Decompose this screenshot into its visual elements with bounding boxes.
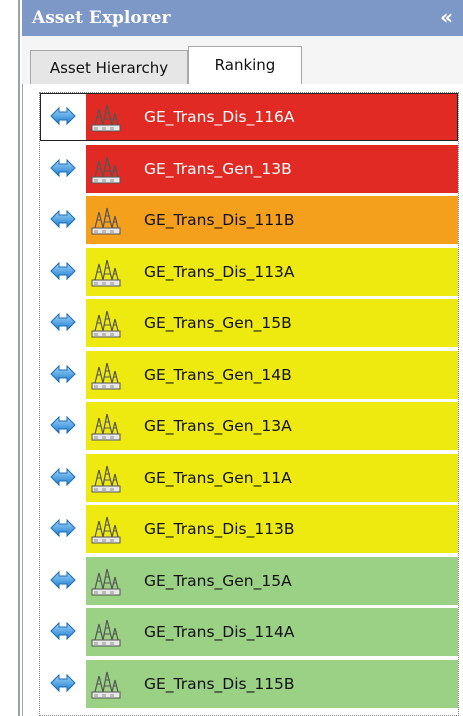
status-color-cell: GE_Trans_Gen_15B — [86, 299, 458, 347]
list-item[interactable]: GE_Trans_Gen_13B — [40, 144, 458, 193]
asset-name-label: GE_Trans_Dis_111B — [144, 211, 295, 229]
asset-name-label: GE_Trans_Dis_115B — [144, 674, 295, 693]
double-arrow-icon[interactable] — [50, 672, 76, 694]
status-color-cell: GE_Trans_Dis_113B — [86, 505, 458, 553]
status-color-cell: GE_Trans_Dis_111B — [86, 196, 458, 244]
double-arrow-icon[interactable] — [50, 260, 76, 282]
double-arrow-icon[interactable] — [50, 620, 76, 642]
list-item[interactable]: GE_Trans_Dis_114A — [40, 608, 458, 656]
double-arrow-icon[interactable] — [50, 105, 76, 127]
asset-name-label: GE_Trans_Dis_114A — [144, 623, 295, 641]
double-arrow-icon[interactable] — [50, 363, 76, 385]
substation-icon — [90, 359, 122, 391]
status-color-cell: GE_Trans_Gen_13A — [86, 402, 458, 450]
list-item[interactable]: GE_Trans_Gen_14B — [40, 350, 458, 399]
status-color-cell: GE_Trans_Gen_15A — [86, 556, 458, 605]
double-arrow-icon[interactable] — [50, 157, 76, 179]
substation-icon — [90, 565, 122, 597]
double-arrow-icon[interactable] — [50, 414, 76, 436]
substation-icon — [90, 410, 122, 442]
window-frame: Asset Explorer « Asset Hierarchy Ranking… — [0, 0, 463, 716]
substation-icon — [90, 668, 122, 700]
substation-icon — [90, 307, 122, 339]
list-item[interactable]: GE_Trans_Dis_116A — [40, 93, 458, 141]
status-color-cell: GE_Trans_Gen_14B — [86, 350, 458, 399]
double-arrow-icon[interactable] — [50, 517, 76, 539]
substation-icon — [90, 153, 122, 185]
asset-explorer-panel: Asset Explorer « Asset Hierarchy Ranking… — [22, 0, 463, 716]
ranking-list-area: GE_Trans_Dis_116A GE_Trans_Gen_13B GE_Tran… — [22, 84, 463, 716]
substation-icon — [90, 616, 122, 648]
asset-name-label: GE_Trans_Gen_11A — [144, 468, 292, 487]
double-arrow-icon[interactable] — [50, 311, 76, 333]
list-item[interactable]: GE_Trans_Gen_11A — [40, 453, 458, 502]
asset-name-label: GE_Trans_Dis_113B — [144, 520, 295, 538]
asset-name-label: GE_Trans_Gen_13B — [144, 159, 292, 178]
asset-name-label: GE_Trans_Gen_14B — [144, 365, 292, 384]
substation-icon — [90, 204, 122, 236]
panel-title-bar: Asset Explorer « — [22, 0, 463, 36]
status-color-cell: GE_Trans_Dis_116A — [86, 93, 458, 141]
collapse-icon[interactable]: « — [440, 0, 453, 36]
double-arrow-icon[interactable] — [50, 569, 76, 591]
status-color-cell: GE_Trans_Dis_114A — [86, 608, 458, 656]
substation-icon — [90, 256, 122, 288]
list-item[interactable]: GE_Trans_Gen_15B — [40, 299, 458, 347]
asset-name-label: GE_Trans_Dis_116A — [144, 108, 295, 126]
asset-name-label: GE_Trans_Gen_15B — [144, 314, 292, 332]
list-item[interactable]: GE_Trans_Dis_113A — [40, 247, 458, 296]
status-color-cell: GE_Trans_Dis_115B — [86, 659, 458, 708]
tab-asset-hierarchy[interactable]: Asset Hierarchy — [30, 50, 188, 84]
double-arrow-icon[interactable] — [50, 208, 76, 230]
substation-icon — [90, 513, 122, 545]
splitter-line — [18, 0, 20, 716]
list-item[interactable]: GE_Trans_Gen_15A — [40, 556, 458, 605]
asset-name-label: GE_Trans_Dis_113A — [144, 262, 295, 281]
tab-ranking[interactable]: Ranking — [188, 46, 302, 84]
asset-name-label: GE_Trans_Gen_13A — [144, 417, 292, 435]
list-item[interactable]: GE_Trans_Dis_113B — [40, 505, 458, 553]
substation-icon — [90, 462, 122, 494]
list-item[interactable]: GE_Trans_Gen_13A — [40, 402, 458, 450]
status-color-cell: GE_Trans_Gen_11A — [86, 453, 458, 502]
tab-strip: Asset Hierarchy Ranking — [22, 36, 463, 120]
list-item[interactable]: GE_Trans_Dis_115B — [40, 659, 458, 708]
double-arrow-icon[interactable] — [50, 466, 76, 488]
asset-name-label: GE_Trans_Gen_15A — [144, 571, 292, 590]
status-color-cell: GE_Trans_Gen_13B — [86, 144, 458, 193]
ranking-list[interactable]: GE_Trans_Dis_116A GE_Trans_Gen_13B GE_Tran… — [39, 92, 459, 716]
substation-icon — [90, 101, 122, 133]
status-color-cell: GE_Trans_Dis_113A — [86, 247, 458, 296]
list-item[interactable]: GE_Trans_Dis_111B — [40, 196, 458, 244]
panel-title: Asset Explorer — [32, 8, 171, 28]
